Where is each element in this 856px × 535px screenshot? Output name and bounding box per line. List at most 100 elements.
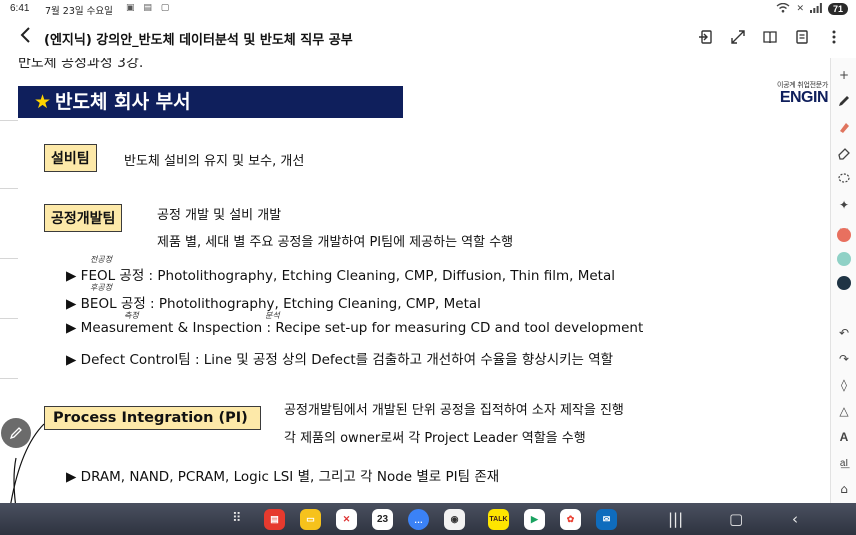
add-tool-button[interactable]: + xyxy=(835,66,853,84)
lasso-icon xyxy=(838,173,850,183)
app-outlook[interactable]: ✉ xyxy=(596,509,617,530)
app-toolbar: (엔지닉) 강의안_반도체 데이터분석 및 반도체 직무 공부 xyxy=(0,18,856,58)
star-icon: ★ xyxy=(34,91,52,113)
ruler-icon: △ xyxy=(839,404,849,418)
chat-icon: … xyxy=(414,514,423,525)
status-time: 6:41 xyxy=(10,3,30,14)
wifi-icon xyxy=(776,2,790,16)
insert-icon: ⌂ xyxy=(840,482,848,496)
engineek-logo: 이공계 취업전문가 ENGIN xyxy=(777,80,829,106)
status-date: 7월 23일 수요일 xyxy=(45,6,113,17)
play-icon: ▶ xyxy=(531,514,538,524)
margin-rule xyxy=(0,378,18,379)
lasso-tool-button[interactable] xyxy=(835,170,853,188)
color-swatch-coral[interactable] xyxy=(837,228,851,242)
eraser-tool-button[interactable] xyxy=(835,144,853,162)
undo-icon: ↶ xyxy=(838,326,850,340)
back-button[interactable] xyxy=(14,26,36,50)
bullet-measurement: ▶ Measurement & Inspection : Recipe set-… xyxy=(66,320,644,336)
app-messages[interactable]: … xyxy=(408,509,429,530)
pi-team-tag: Process Integration (PI) xyxy=(44,406,261,430)
text-icon: A xyxy=(839,430,849,444)
expand-icon xyxy=(731,30,745,44)
note-page[interactable]: 반도체 공정과정 3강. ★ 반도체 회사 부서 이공계 취업전문가 ENGIN … xyxy=(0,58,830,503)
export-icon xyxy=(699,30,712,44)
app-photos[interactable]: ✿ xyxy=(560,509,581,530)
mail-icon: ✉ xyxy=(602,514,611,524)
text-tool-button[interactable]: A xyxy=(835,428,853,446)
pen-icon xyxy=(839,96,849,106)
highlighter-tool-button[interactable] xyxy=(835,118,853,136)
undo-button[interactable]: ↶ xyxy=(835,324,853,342)
home-icon: ▢ xyxy=(729,510,744,528)
highlighter-icon xyxy=(840,123,849,133)
margin-rule xyxy=(0,120,18,121)
bullet-defect-control: ▶ Defect Control팀 : Line 및 공정 상의 Defect를… xyxy=(66,352,614,368)
banner-text: 반도체 회사 부서 xyxy=(55,91,191,113)
color-swatch-mint[interactable] xyxy=(837,252,851,266)
book-icon xyxy=(763,31,777,44)
system-back-button[interactable]: ‹ xyxy=(792,509,798,529)
ruler-tool-button[interactable]: △ xyxy=(835,402,853,420)
margin-rule xyxy=(0,188,18,189)
more-vertical-icon xyxy=(832,30,836,44)
calendar-day: 23 xyxy=(376,514,389,525)
redo-icon: ↷ xyxy=(838,352,850,366)
ocr-tool-button[interactable]: a͟I xyxy=(835,454,853,472)
signal-icon xyxy=(809,2,822,16)
app-calendar[interactable]: 23 xyxy=(372,509,393,530)
app-camera[interactable]: ◉ xyxy=(444,509,465,530)
pi-desc-1: 공정개발팀에서 개발된 단위 공정을 집적하여 소자 제작을 진행 xyxy=(284,403,624,418)
sparkle-icon: ✦ xyxy=(838,198,850,212)
app-kakaotalk[interactable]: TALK xyxy=(488,509,509,530)
insert-tool-button[interactable]: ⌂ xyxy=(835,480,853,498)
magic-tool-button[interactable]: ✦ xyxy=(835,196,853,214)
camera-icon: ◉ xyxy=(450,514,459,524)
bullet-beol: ▶ BEOL 공정 : Photolithography, Etching Cl… xyxy=(66,296,481,312)
equipment-team-tag: 설비팀 xyxy=(44,144,97,172)
home-button[interactable]: ▢ xyxy=(729,509,743,529)
status-bar: 6:41 7월 23일 수요일 ▣ ▤ ▢ ✕ 71 xyxy=(0,0,856,18)
pen-tool-button[interactable] xyxy=(835,92,853,110)
handwritten-title-note: 반도체 공정과정 3강. xyxy=(18,58,144,71)
system-taskbar: ⠿ ▤ ▭ ✕ 23 … ◉ TALK ▶ ✿ ✉ ||| ▢ ‹ xyxy=(0,503,856,535)
book-view-button[interactable] xyxy=(760,27,780,47)
bullet-feol: ▶ FEOL 공정 : Photolithography, Etching Cl… xyxy=(66,268,615,284)
status-right: ✕ 71 xyxy=(776,2,848,16)
logo-wordmark: ENGIN xyxy=(779,89,829,106)
process-dev-desc-2: 제품 별, 세대 별 주요 공정을 개발하여 PI팀에 제공하는 역할 수행 xyxy=(157,235,514,250)
tool-palette: + ✦ — ↶ ↷ ◊ △ A a͟I ⌂ xyxy=(830,58,856,503)
document-icon xyxy=(796,30,808,44)
back-nav-icon: ‹ xyxy=(792,510,798,528)
app-notes-yellow[interactable]: ▭ xyxy=(300,509,321,530)
app-notes-red[interactable]: ▤ xyxy=(264,509,285,530)
pen-fab-button[interactable] xyxy=(1,418,31,448)
recents-icon: ||| xyxy=(668,510,684,528)
shape-tool-button[interactable]: ◊ xyxy=(835,376,853,394)
expand-button[interactable] xyxy=(728,27,748,47)
color-swatch-navy[interactable] xyxy=(837,276,851,290)
section-banner: ★ 반도체 회사 부서 xyxy=(18,86,403,118)
recents-button[interactable]: ||| xyxy=(668,509,683,529)
page-list-button[interactable] xyxy=(792,27,812,47)
equipment-team-desc: 반도체 설비의 유지 및 보수, 개선 xyxy=(124,154,305,169)
process-dev-desc-1: 공정 개발 및 설비 개발 xyxy=(157,208,282,223)
notebook-icon: ▤ xyxy=(270,514,279,524)
app-drawer-button[interactable]: ⠿ xyxy=(232,509,242,529)
talk-label: TALK xyxy=(489,516,508,523)
mute-icon: ✕ xyxy=(796,4,804,14)
notification-icons: ▣ ▤ ▢ xyxy=(126,3,173,13)
process-dev-team-tag: 공정개발팀 xyxy=(44,204,123,232)
app-play-store[interactable]: ▶ xyxy=(524,509,545,530)
export-button[interactable] xyxy=(696,27,716,47)
document-title: (엔지닉) 강의안_반도체 데이터분석 및 반도체 직무 공부 xyxy=(44,33,353,48)
margin-rule xyxy=(0,318,18,319)
redo-button[interactable]: ↷ xyxy=(835,350,853,368)
pinwheel-icon: ✿ xyxy=(566,514,575,524)
grid-icon: ⠿ xyxy=(232,511,242,526)
compass-icon: ✕ xyxy=(342,514,351,524)
more-menu-button[interactable] xyxy=(824,27,844,47)
app-browser[interactable]: ✕ xyxy=(336,509,357,530)
shape-icon: ◊ xyxy=(841,378,847,392)
bullet-pi-teams: ▶ DRAM, NAND, PCRAM, Logic LSI 별, 그리고 각 … xyxy=(66,469,500,485)
